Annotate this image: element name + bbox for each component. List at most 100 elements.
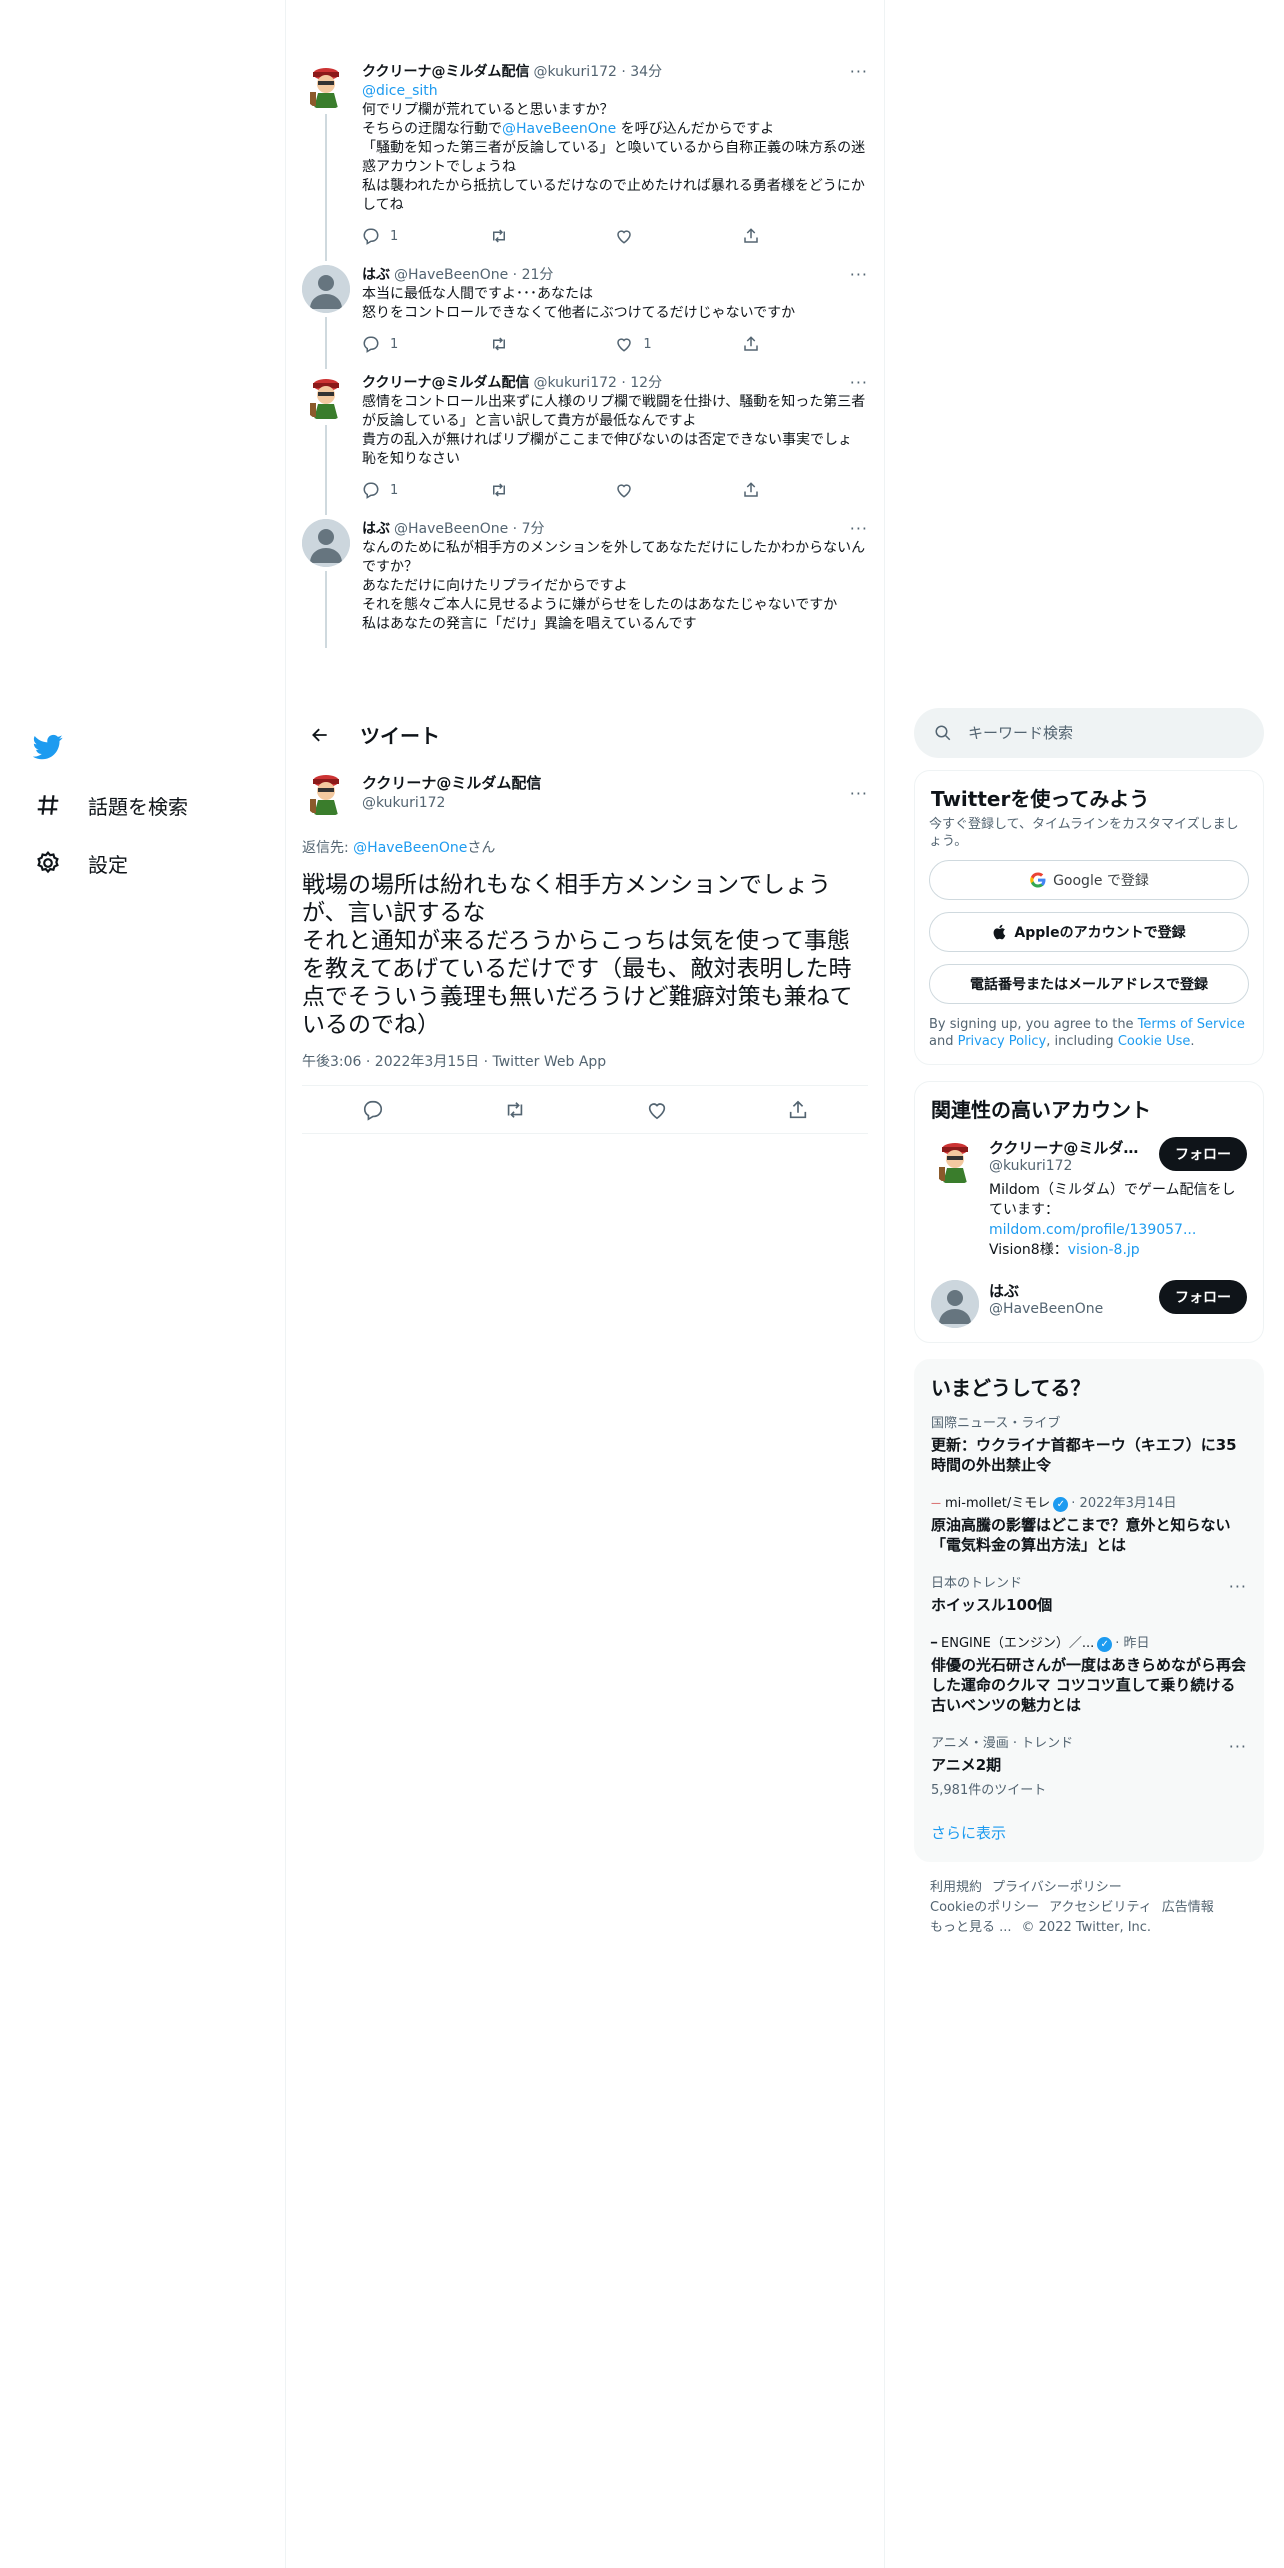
reply-button[interactable]: 1: [362, 335, 422, 353]
reply-button[interactable]: 1: [362, 481, 422, 499]
phone-email-signup-button[interactable]: 電話番号またはメールアドレスで登録: [929, 964, 1249, 1004]
thread-tweet[interactable]: ククリーナ@ミルダム配信 @kukuri172 · 34分 ··· @dice_…: [286, 50, 884, 261]
retweet-button[interactable]: [489, 227, 549, 245]
mention-link[interactable]: @dice_sith: [362, 83, 438, 99]
like-button[interactable]: 1: [615, 335, 675, 353]
reply-button[interactable]: 1: [362, 227, 422, 245]
avatar[interactable]: [302, 519, 350, 567]
search-icon: [935, 725, 951, 741]
more-icon[interactable]: ···: [850, 784, 868, 803]
bio-link[interactable]: mildom.com/profile/139057...: [989, 1222, 1196, 1238]
footer-link[interactable]: 利用規約: [930, 1880, 982, 1895]
avatar[interactable]: [931, 1137, 979, 1185]
footer-link[interactable]: プライバシーポリシー: [992, 1880, 1122, 1895]
more-icon[interactable]: ···: [1229, 1737, 1247, 1756]
account-item[interactable]: はぶ @HaveBeenOne フォロー: [915, 1270, 1263, 1342]
mention-link[interactable]: @HaveBeenOne: [502, 121, 616, 137]
google-signup-button[interactable]: Google で登録: [929, 860, 1249, 900]
tweet-text: 本当に最低な人間ですよ･･･あなたは 怒りをコントロールできなくて他者にぶつけて…: [362, 286, 796, 321]
character-avatar-icon: [302, 62, 350, 110]
avatar[interactable]: [302, 265, 350, 313]
privacy-link[interactable]: Privacy Policy: [958, 1034, 1047, 1049]
author-handle[interactable]: @kukuri172: [362, 793, 541, 813]
retweet-button[interactable]: [503, 1099, 527, 1121]
reply-icon: [363, 228, 379, 245]
thread-connector: [325, 114, 327, 261]
more-icon[interactable]: ···: [1229, 1577, 1247, 1596]
thread-tweet[interactable]: はぶ @HaveBeenOne · 21分 ··· 本当に最低な人間ですよ･･･…: [286, 253, 884, 369]
retweet-button[interactable]: [489, 481, 549, 499]
author-name[interactable]: ククリーナ@ミルダム配信: [362, 773, 541, 793]
apple-signup-button[interactable]: Appleのアカウントで登録: [929, 912, 1249, 952]
follow-button[interactable]: フォロー: [1159, 1137, 1247, 1171]
share-icon: [744, 228, 758, 243]
footer-link[interactable]: 広告情報: [1162, 1900, 1214, 1915]
terms-link[interactable]: Terms of Service: [1138, 1017, 1245, 1032]
footer-link[interactable]: アクセシビリティ: [1049, 1900, 1152, 1915]
footer-more-link[interactable]: もっと見る ...: [930, 1920, 1012, 1935]
signup-subtitle: 今すぐ登録して、タイムラインをカスタマイズしましょう。: [929, 817, 1239, 849]
author-name[interactable]: ククリーナ@ミルダム配信: [362, 373, 529, 393]
more-icon[interactable]: ···: [850, 519, 868, 539]
nav-explore[interactable]: 話題を検索: [28, 776, 268, 834]
cookie-link[interactable]: Cookie Use: [1118, 1034, 1191, 1049]
share-button[interactable]: [787, 1099, 809, 1121]
retweet-icon: [492, 483, 505, 497]
tweet-timestamp[interactable]: 午後3:06 · 2022年3月15日 · Twitter Web App: [302, 1051, 868, 1086]
more-icon[interactable]: ···: [850, 62, 868, 82]
left-nav: 話題を検索 設定: [28, 718, 268, 892]
signup-terms: By signing up, you agree to the Terms of…: [929, 1017, 1245, 1049]
trend-item[interactable]: 日本のトレンド ホイッスル100個 ···: [915, 1565, 1263, 1625]
account-handle[interactable]: @kukuri172: [989, 1158, 1139, 1174]
thread-tweet[interactable]: はぶ @HaveBeenOne · 7分 ··· なんのために私が相手方のメンシ…: [286, 507, 884, 648]
like-button[interactable]: [646, 1099, 668, 1121]
mention-link[interactable]: @HaveBeenOne: [353, 840, 467, 856]
author-meta[interactable]: @HaveBeenOne · 21分: [394, 265, 553, 285]
trend-item[interactable]: ━ ENGINE（エンジン）／... ✓ · 昨日 俳優の光石研さんが一度はあきらめな…: [915, 1625, 1263, 1725]
trend-title: ホイッスル100個: [931, 1596, 1053, 1614]
twitter-logo-link[interactable]: [28, 718, 268, 776]
share-button[interactable]: [742, 335, 802, 353]
trend-title: アニメ2期: [931, 1756, 1002, 1774]
avatar[interactable]: [302, 769, 350, 817]
main-tweet: ククリーナ@ミルダム配信 @kukuri172 ··· 返信先: @HaveBe…: [286, 765, 884, 1134]
back-button[interactable]: [302, 717, 338, 753]
author-meta[interactable]: @kukuri172 · 34分: [533, 62, 662, 82]
google-icon: [1030, 872, 1046, 888]
tweet-text: 戦場の場所は紛れもなく相手方メンションでしょうが、言い訳するな それと通知が来る…: [302, 872, 853, 1038]
nav-settings[interactable]: 設定: [28, 834, 268, 892]
follow-button[interactable]: フォロー: [1159, 1280, 1247, 1314]
author-meta[interactable]: @kukuri172 · 12分: [533, 373, 662, 393]
search-box[interactable]: [914, 708, 1264, 758]
reply-icon: [363, 1100, 382, 1121]
show-more-link[interactable]: さらに表示: [915, 1808, 1263, 1861]
like-button[interactable]: [615, 481, 675, 499]
like-button[interactable]: [615, 227, 675, 245]
trend-item[interactable]: 国際ニュース・ライブ 更新：ウクライナ首都キーウ（キエフ）に35時間の外出禁止令: [915, 1405, 1263, 1485]
account-handle[interactable]: @HaveBeenOne: [989, 1301, 1139, 1317]
reply-button[interactable]: [362, 1099, 384, 1121]
trend-item[interactable]: アニメ・漫画 · トレンド アニメ2期 5,981件のツイート ···: [915, 1725, 1263, 1808]
more-icon[interactable]: ···: [850, 265, 868, 285]
account-name[interactable]: はぶ: [989, 1280, 1139, 1301]
more-icon[interactable]: ···: [850, 373, 868, 393]
author-meta[interactable]: @HaveBeenOne · 7分: [394, 519, 544, 539]
retweet-button[interactable]: [489, 335, 549, 353]
relevant-title: 関連性の高いアカウント: [931, 1098, 1151, 1122]
avatar[interactable]: [302, 373, 350, 421]
thread-tweet[interactable]: ククリーナ@ミルダム配信 @kukuri172 · 12分 ··· 感情をコント…: [286, 361, 884, 515]
footer-link[interactable]: Cookieのポリシー: [930, 1900, 1039, 1915]
bio-link[interactable]: vision-8.jp: [1068, 1242, 1140, 1258]
account-item[interactable]: ククリーナ@ミルダ... @kukuri172 フォロー Mildom（ミルダム…: [915, 1127, 1263, 1270]
avatar[interactable]: [302, 62, 350, 110]
share-button[interactable]: [742, 481, 802, 499]
search-input[interactable]: [968, 724, 1218, 742]
share-button[interactable]: [742, 227, 802, 245]
account-name[interactable]: ククリーナ@ミルダ...: [989, 1137, 1139, 1158]
author-name[interactable]: はぶ: [362, 519, 390, 539]
author-name[interactable]: ククリーナ@ミルダム配信: [362, 62, 529, 82]
trend-item[interactable]: — mi-mollet/ミモレ ✓ · 2022年3月14日 原油高騰の影響はどこまで…: [915, 1485, 1263, 1565]
author-name[interactable]: はぶ: [362, 265, 390, 285]
avatar[interactable]: [931, 1280, 979, 1328]
trend-title: 俳優の光石研さんが一度はあきらめながら再会した運命のクルマ コツコツ直して乗り続…: [931, 1656, 1247, 1714]
